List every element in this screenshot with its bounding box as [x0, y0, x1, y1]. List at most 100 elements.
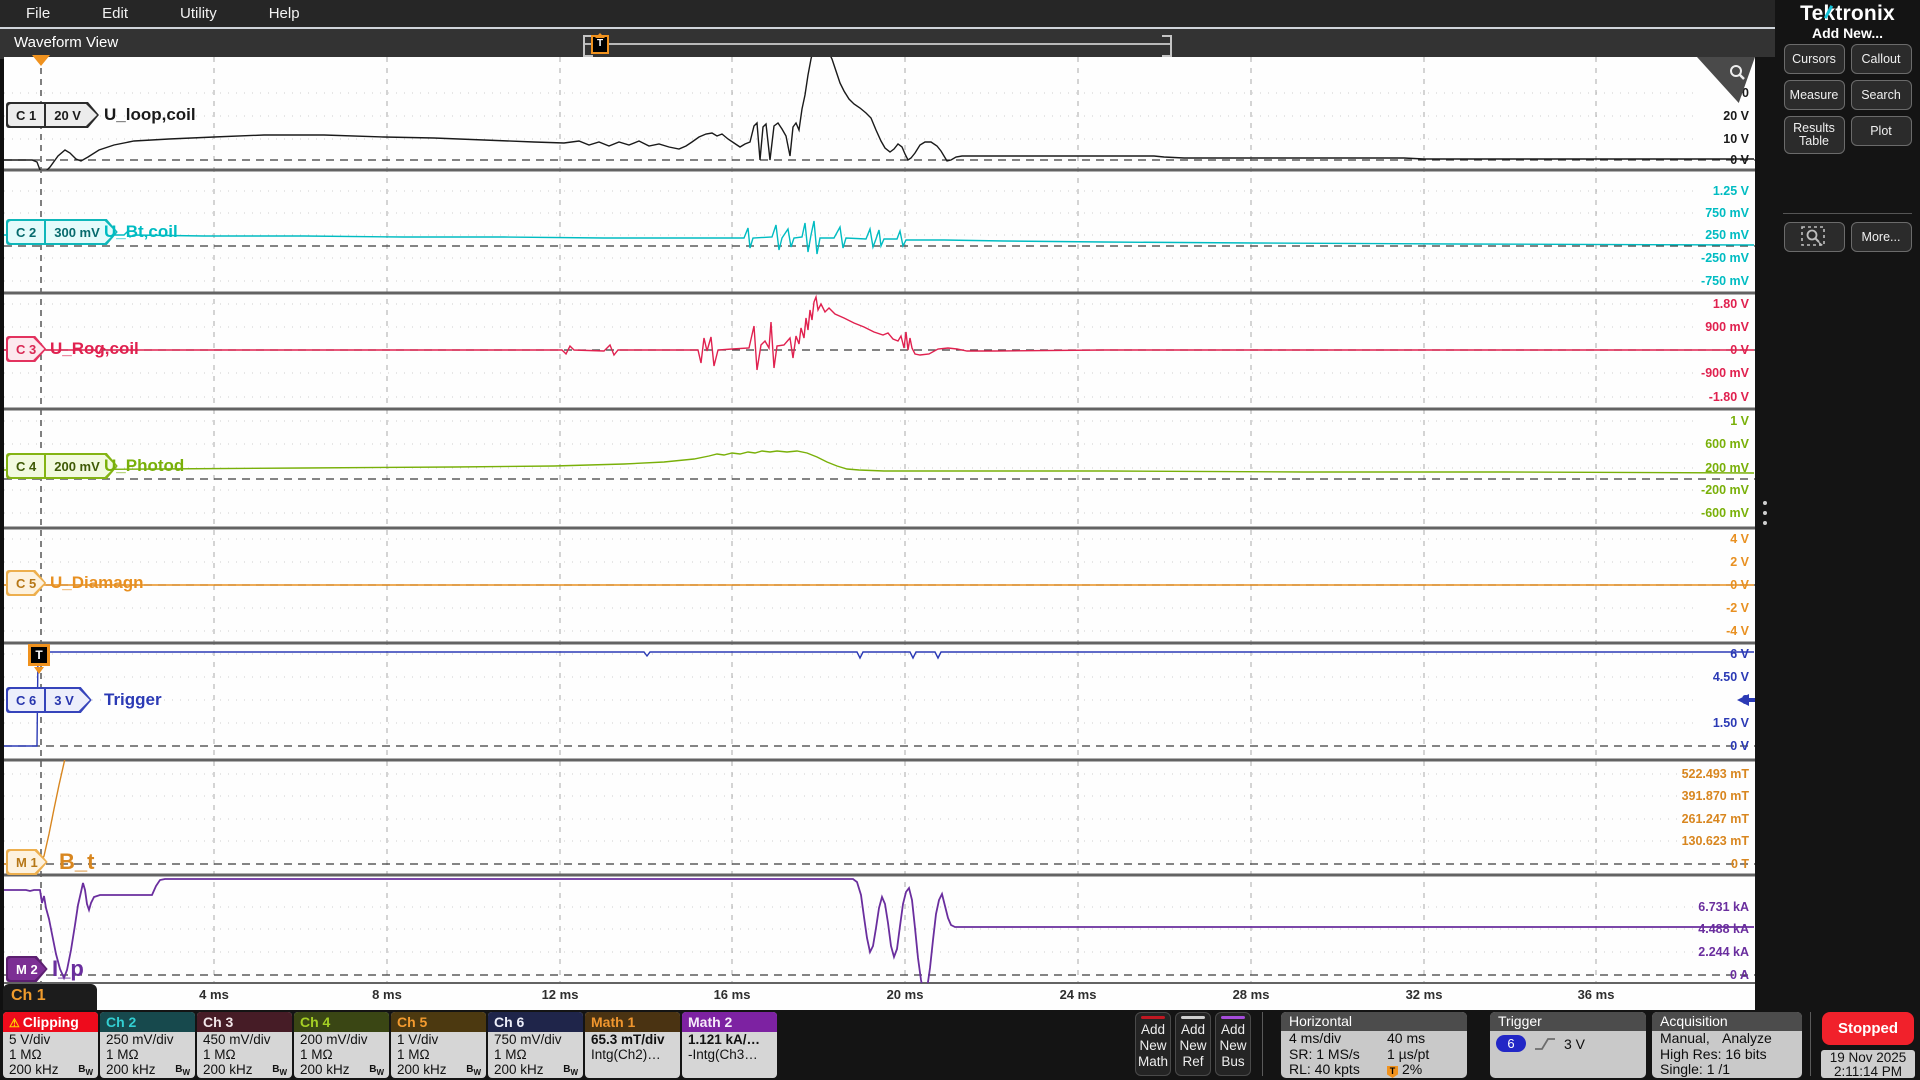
rising-edge-icon [1534, 1036, 1556, 1052]
acquisition-value: Manual, [1660, 1031, 1710, 1047]
acquisition-row: High Res: 16 bits [1652, 1047, 1802, 1063]
record-view-scrollbar[interactable]: T [585, 35, 1170, 53]
add-new-text: Math [1136, 1054, 1170, 1070]
time-axis-label: 4 ms [199, 987, 229, 1002]
add-new-text: New [1216, 1038, 1250, 1054]
ch3-axis-label: 0 V [1730, 343, 1749, 357]
horizontal-value: 40 ms [1387, 1031, 1459, 1047]
acquisition-value: Single: 1 /1 [1660, 1062, 1730, 1078]
divider [1810, 1012, 1811, 1076]
ch2-channel-badge[interactable]: C 2300 mV [6, 219, 118, 245]
m2-channel-badge[interactable]: M 2 [6, 956, 48, 982]
m1-axis-label: 0 T [1731, 857, 1749, 871]
zoom-select-icon[interactable] [1784, 222, 1845, 252]
record-view-line [585, 43, 1170, 45]
ch1-settings-badge[interactable]: ⚠Clipping5 V/div1 MΩ200 kHzBW [3, 1012, 98, 1078]
ch3-badge-shape: C 3 [6, 336, 46, 362]
add-new-bus-button[interactable]: AddNewBus [1215, 1012, 1251, 1076]
ch5-badge-inner: C 5 [8, 572, 44, 594]
ch6-settings-badge[interactable]: Ch 6750 mV/div1 MΩ200 kHzBW [488, 1012, 583, 1078]
callout-button[interactable]: Callout [1851, 44, 1912, 74]
add-new-ref-button[interactable]: AddNewRef [1175, 1012, 1211, 1076]
trigger-source-badge-icon[interactable]: T [28, 644, 50, 666]
time-axis-label: 12 ms [542, 987, 579, 1002]
ch3-channel-badge[interactable]: C 3 [6, 336, 46, 362]
ch1-badge-shape: C 120 V [6, 102, 99, 128]
horizontal-value: 1 µs/pt [1387, 1047, 1459, 1063]
horizontal-panel[interactable]: Horizontal 4 ms/div40 msSR: 1 MS/s1 µs/p… [1281, 1012, 1467, 1078]
add-new-text: New [1136, 1038, 1170, 1054]
trigger-position-marker-icon[interactable] [32, 55, 50, 75]
time-axis-label: 16 ms [714, 987, 751, 1002]
m1-badge-shape: M 1 [6, 849, 48, 875]
ch5-channel-badge[interactable]: C 5 [6, 570, 46, 596]
menu-item-utility[interactable]: Utility [154, 5, 243, 22]
menu-item-help[interactable]: Help [243, 5, 326, 22]
m2-axis-label: 4.488 kA [1698, 922, 1749, 936]
ch4-badge-line: 200 kHzBW [294, 1062, 389, 1077]
more-button[interactable]: More... [1851, 222, 1912, 252]
tektronix-logo: Tektronix [1775, 2, 1920, 26]
waveform-graticule[interactable]: 3020 V10 V0 VC 120 VU_loop,coil1.25 V750… [4, 57, 1755, 1010]
clipping-warning-icon: ⚠ [9, 1016, 20, 1030]
add-new-text: Add [1176, 1022, 1210, 1038]
ch2-badge-shape: C 2300 mV [6, 219, 118, 245]
ch3-settings-badge[interactable]: Ch 3450 mV/div1 MΩ200 kHzBW [197, 1012, 292, 1078]
ch4-channel-badge[interactable]: C 4200 mV [6, 453, 118, 479]
bandwidth-limit-icon: BW [369, 1062, 384, 1078]
ch5-badge-line: 1 V/div [391, 1032, 486, 1047]
ch2-axis-label: -250 mV [1701, 251, 1749, 265]
ch3-badge-text: C 3 [8, 338, 44, 360]
ch3-axis-label: -900 mV [1701, 366, 1749, 380]
bandwidth-limit-icon: BW [563, 1062, 578, 1078]
search-button[interactable]: Search [1851, 80, 1912, 110]
button-stripe [1141, 1016, 1165, 1019]
menu-item-edit[interactable]: Edit [76, 5, 154, 22]
ch6-axis-label: 6 V [1730, 647, 1749, 661]
horizontal-row: SR: 1 MS/s1 µs/pt [1281, 1047, 1467, 1063]
results-table-button[interactable]: Results Table [1784, 116, 1845, 154]
ch3-trace [4, 297, 1754, 370]
ch1-axis-label: 0 V [1730, 153, 1749, 167]
trigger-panel[interactable]: Trigger 6 3 V [1490, 1012, 1646, 1078]
ch1-label: U_loop,coil [104, 105, 196, 125]
add-new-math-button[interactable]: AddNewMath [1135, 1012, 1171, 1076]
datetime-display: 19 Nov 2025 2:11:14 PM [1821, 1050, 1915, 1078]
ch1-badge-line: 1 MΩ [3, 1047, 98, 1062]
ch5-settings-badge[interactable]: Ch 51 V/div1 MΩ200 kHzBW [391, 1012, 486, 1078]
run-stop-button[interactable]: Stopped [1822, 1012, 1914, 1045]
plot-button[interactable]: Plot [1851, 116, 1912, 146]
oscilloscope-app: FileEditUtilityHelp Waveform View T 3020… [0, 0, 1920, 1080]
waveform-view-tab[interactable]: Waveform View [14, 34, 118, 51]
math1-settings-badge[interactable]: Math 165.3 mT/divIntg(Ch2)… [585, 1012, 680, 1078]
ch2-axis-label: 750 mV [1705, 206, 1749, 220]
cursors-button[interactable]: Cursors [1784, 44, 1845, 74]
panel-splitter[interactable] [1755, 57, 1775, 1010]
ch6-channel-badge[interactable]: C 63 V [6, 687, 92, 713]
channel-1-tab[interactable]: Ch 1 [3, 984, 97, 1010]
ch4-badge-line: 1 MΩ [294, 1047, 389, 1062]
m1-axis-label: 522.493 mT [1682, 767, 1749, 781]
time-text: 2:11:14 PM [1821, 1065, 1915, 1079]
acquisition-panel[interactable]: Acquisition Manual,AnalyzeHigh Res: 16 b… [1652, 1012, 1802, 1078]
m1-channel-badge[interactable]: M 1 [6, 849, 48, 875]
math2-settings-badge[interactable]: Math 21.121 kA/…-Intg(Ch3… [682, 1012, 777, 1078]
ch6-trace [4, 652, 1754, 746]
ch2-settings-badge[interactable]: Ch 2250 mV/div1 MΩ200 kHzBW [100, 1012, 195, 1078]
ch5-badge-shape: C 5 [6, 570, 46, 596]
ch3-label: U_Rog,coil [50, 339, 139, 359]
ch5-badge-text: C 5 [8, 572, 44, 594]
menu-item-file[interactable]: File [0, 5, 76, 22]
trigger-level-arrow-icon[interactable] [1725, 693, 1755, 707]
ch6-badge-inner: C 63 V [8, 689, 90, 711]
ch4-trace [4, 451, 1754, 473]
trigger-position-icon[interactable]: T [591, 35, 609, 54]
sidebar-bottom-row: More... [1781, 222, 1914, 252]
ch1-channel-badge[interactable]: C 120 V [6, 102, 99, 128]
horizontal-row: RL: 40 kptsT2% [1281, 1062, 1467, 1078]
m2-axis-label: 0 A [1730, 968, 1749, 982]
ch6-badge-text: C 6 [8, 689, 44, 711]
measure-button[interactable]: Measure [1784, 80, 1845, 110]
m2-axis-label: 2.244 kA [1698, 945, 1749, 959]
ch4-settings-badge[interactable]: Ch 4200 mV/div1 MΩ200 kHzBW [294, 1012, 389, 1078]
